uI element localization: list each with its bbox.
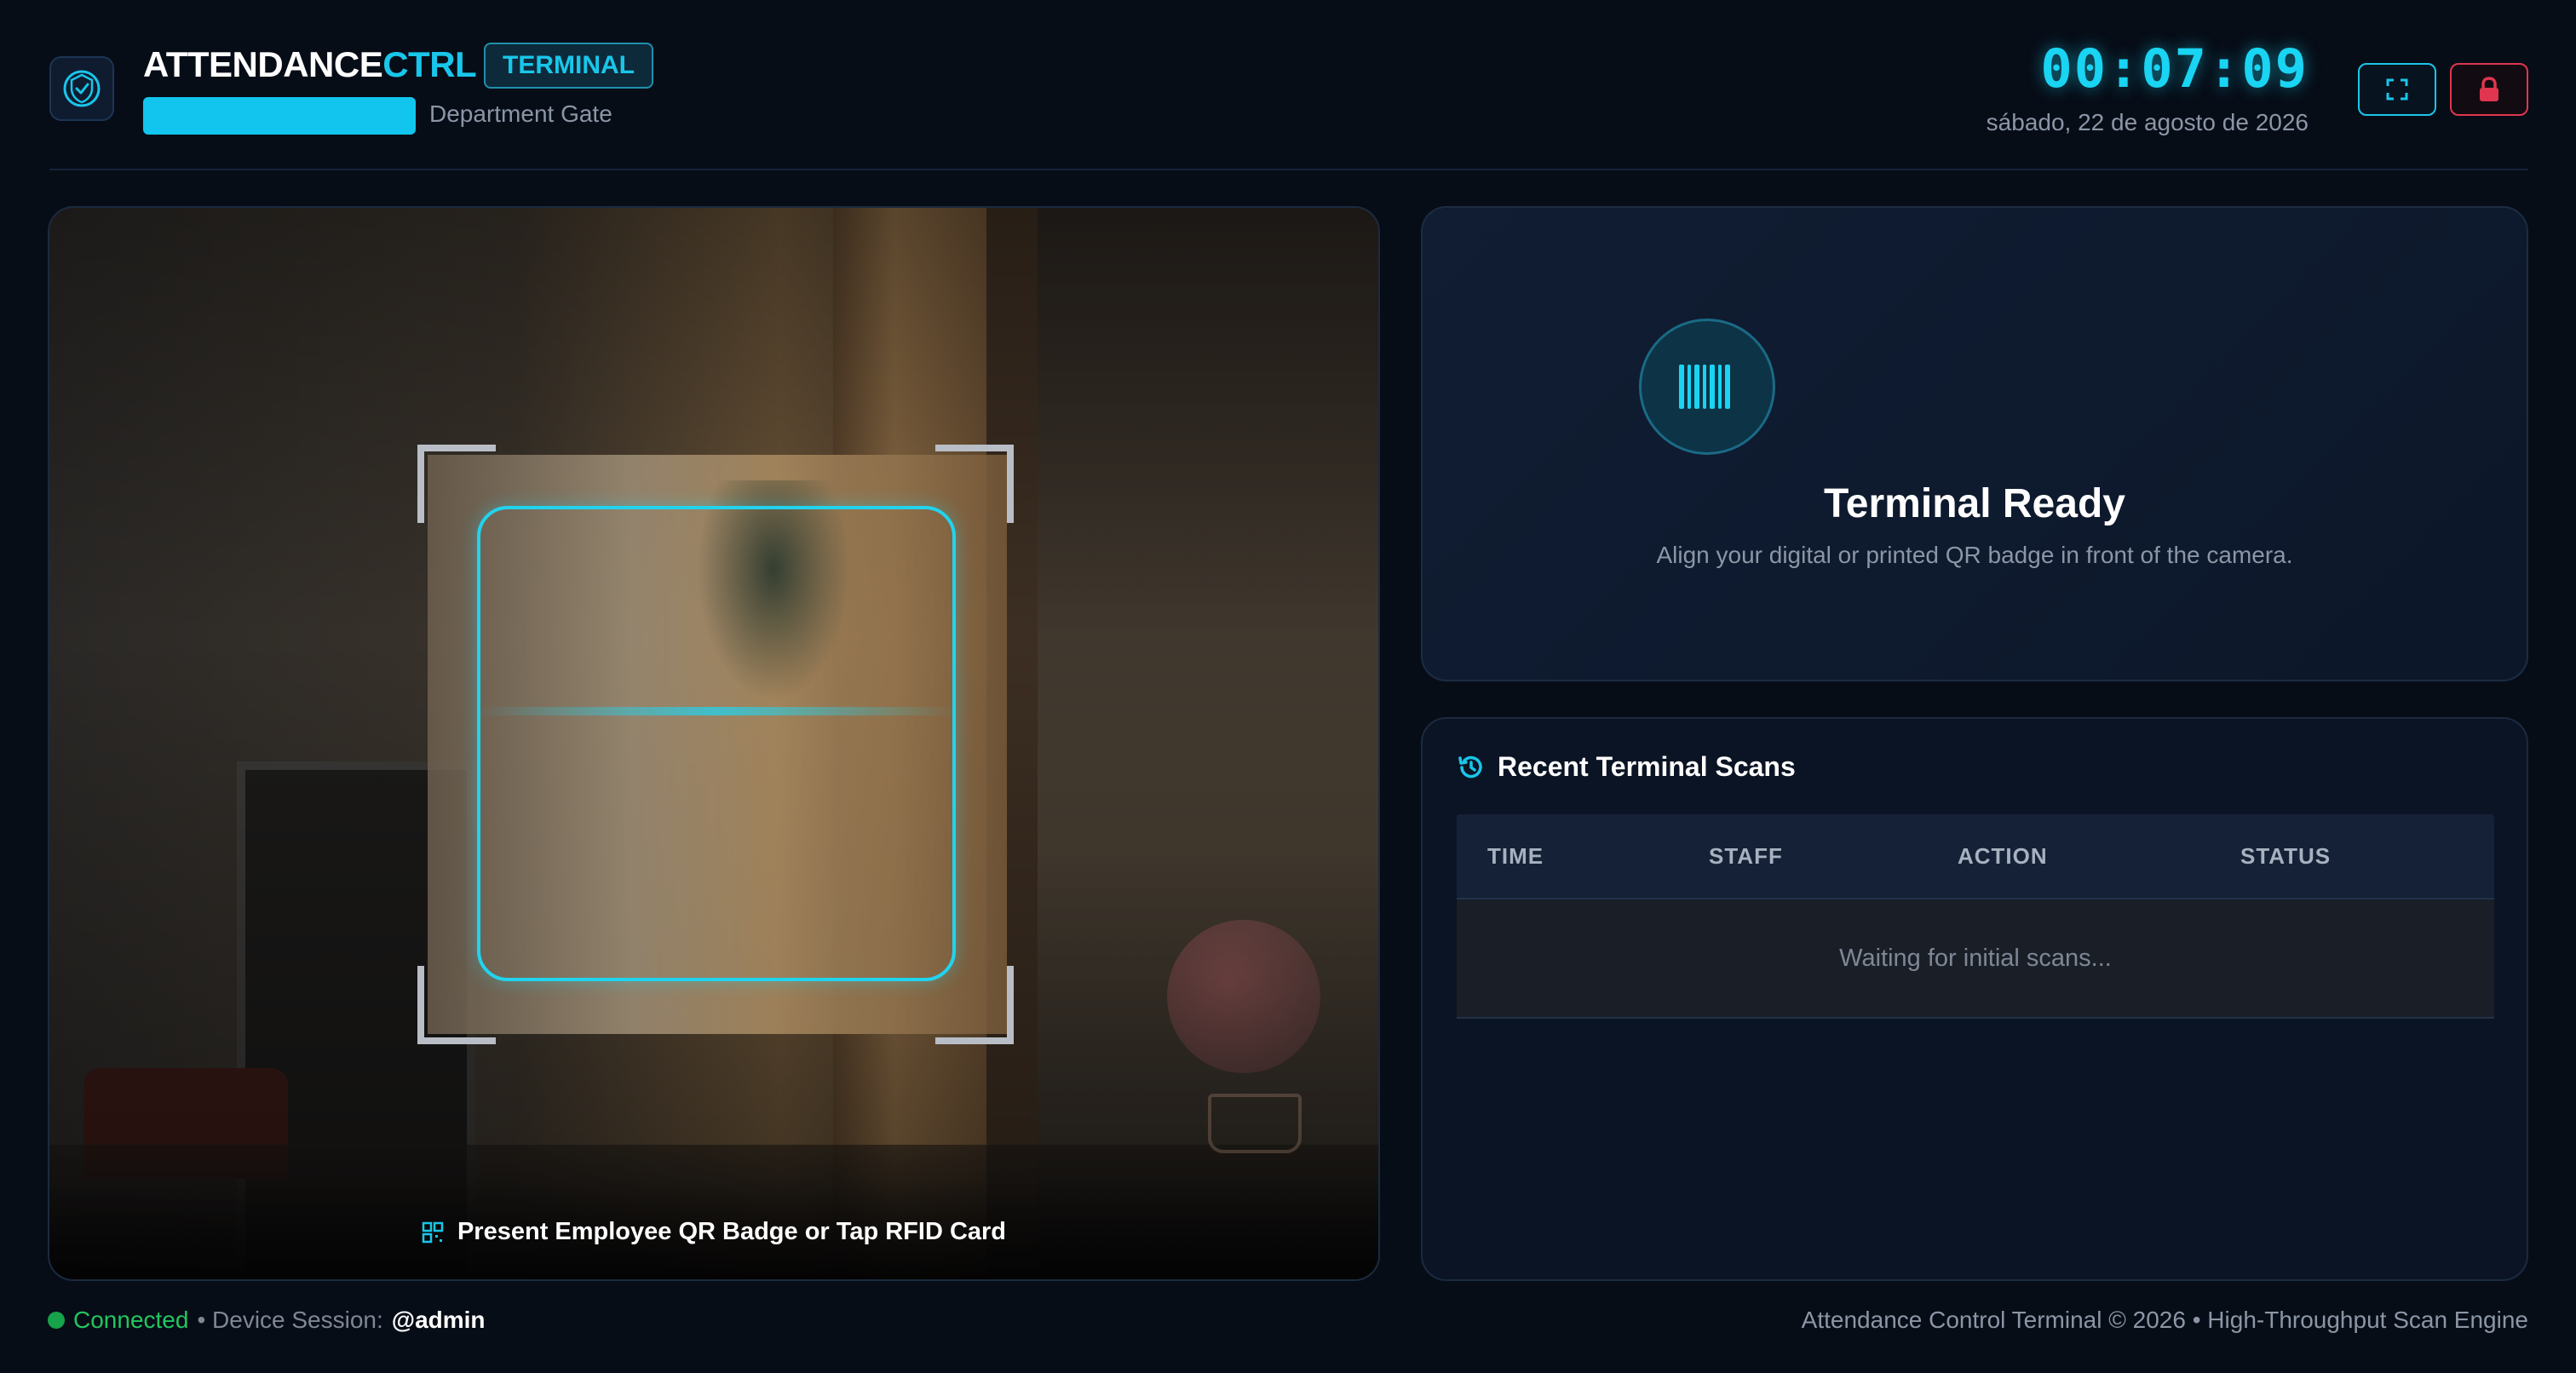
column-header-status[interactable]: STATUS <box>2240 843 2331 870</box>
column-header-staff[interactable]: STAFF <box>1709 843 1958 870</box>
scan-corner-bottom-right <box>935 966 1014 1044</box>
barcode-icon <box>1639 319 1775 455</box>
scan-instruction-text: Present Employee QR Badge or Tap RFID Ca… <box>457 1218 1007 1245</box>
recent-scans-panel: Recent Terminal Scans TIME STAFF ACTION … <box>1421 717 2528 1281</box>
app-brand: ATTENDANCECTRL <box>143 44 477 85</box>
shield-check-icon <box>49 56 114 121</box>
gate-label: Department Gate <box>429 101 612 127</box>
history-icon <box>1458 755 1482 778</box>
scan-corner-top-left <box>417 445 496 523</box>
table-empty-row: Waiting for initial scans... <box>1457 899 2494 1019</box>
scan-line <box>477 707 956 715</box>
fullscreen-button[interactable] <box>2358 63 2436 116</box>
camera-feed: Present Employee QR Badge or Tap RFID Ca… <box>48 206 1380 1281</box>
session-prefix: • Device Session: <box>197 1307 383 1333</box>
scan-target-box <box>477 506 956 981</box>
terminal-badge: TERMINAL <box>484 43 653 89</box>
scan-corner-top-right <box>935 445 1014 523</box>
table-header-row: TIME STAFF ACTION STATUS <box>1457 814 2494 899</box>
lock-button[interactable] <box>2450 63 2528 116</box>
scan-instruction: Present Employee QR Badge or Tap RFID Ca… <box>49 1218 1378 1246</box>
column-header-action[interactable]: ACTION <box>1958 843 2240 870</box>
brand-main: ATTENDANCE <box>143 44 383 84</box>
status-subtitle: Align your digital or printed QR badge i… <box>1656 542 2293 568</box>
footer-copyright: Attendance Control Terminal © 2026 • Hig… <box>1801 1307 2528 1333</box>
header: ATTENDANCECTRL TERMINAL Department Gate … <box>49 37 2528 170</box>
lock-icon <box>2480 77 2498 101</box>
recent-scans-header: Recent Terminal Scans <box>1457 751 1796 783</box>
status-title: Terminal Ready <box>1824 481 2125 526</box>
gate-name-bar <box>143 97 416 135</box>
connection-indicator <box>48 1312 65 1329</box>
terminal-status-card: Terminal Ready Align your digital or pri… <box>1421 206 2528 681</box>
connection-label: Connected <box>73 1307 189 1333</box>
recent-scans-title: Recent Terminal Scans <box>1498 751 1796 782</box>
date-display: sábado, 22 de agosto de 2026 <box>1986 109 2309 135</box>
connection-status: Connected • Device Session: @admin <box>48 1307 486 1334</box>
clock-display: 00:07:09 <box>2040 37 2309 100</box>
fullscreen-icon <box>2386 78 2408 101</box>
recent-scans-table: TIME STAFF ACTION STATUS Waiting for ini… <box>1457 814 2494 1019</box>
brand-accent: CTRL <box>382 44 477 84</box>
session-user: @admin <box>391 1307 486 1333</box>
qr-code-icon <box>422 1221 444 1243</box>
scan-corner-bottom-left <box>417 966 496 1044</box>
column-header-time[interactable]: TIME <box>1487 843 1709 870</box>
